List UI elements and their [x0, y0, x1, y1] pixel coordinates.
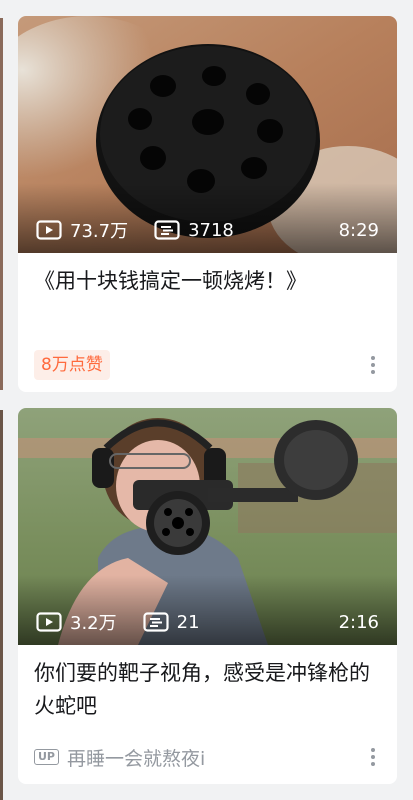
danmaku-count-text: 3718 — [188, 219, 234, 241]
video-duration: 8:29 — [338, 219, 379, 241]
video-card-2[interactable]: 3.2万 21 2:16 你们要的靶子视角，感受是冲锋枪的火蛇吧 UP 再睡一会… — [18, 408, 397, 784]
more-vertical-icon[interactable] — [363, 352, 383, 378]
likes-badge: 8万点赞 — [34, 350, 110, 380]
video-stats-bar: 73.7万 3718 8:29 — [36, 217, 379, 243]
view-count: 73.7万 — [36, 217, 128, 243]
video-stats-bar: 3.2万 21 2:16 — [36, 609, 379, 635]
video-duration: 2:16 — [338, 611, 379, 633]
card-footer: 8万点赞 — [34, 350, 383, 380]
play-icon — [36, 612, 62, 632]
left-column-edge-top — [0, 18, 3, 390]
video-title[interactable]: 《用十块钱搞定一顿烧烤！》 — [18, 253, 397, 331]
view-count-text: 3.2万 — [70, 613, 117, 634]
video-thumbnail[interactable]: 3.2万 21 2:16 — [18, 408, 397, 645]
view-count-text: 73.7万 — [70, 221, 129, 242]
video-card-1[interactable]: 73.7万 3718 8:29 《用十块钱搞定一顿烧烤！》 8万点赞 — [18, 16, 397, 392]
video-title[interactable]: 你们要的靶子视角，感受是冲锋枪的火蛇吧 — [18, 645, 397, 723]
card-footer: UP 再睡一会就熬夜i — [34, 742, 383, 772]
more-vertical-icon[interactable] — [363, 744, 383, 770]
danmaku-icon — [143, 612, 169, 632]
play-icon — [36, 220, 62, 240]
video-thumbnail[interactable]: 73.7万 3718 8:29 — [18, 16, 397, 253]
danmaku-count: 3718 — [154, 220, 234, 241]
danmaku-count: 21 — [143, 612, 200, 633]
danmaku-icon — [154, 220, 180, 240]
left-column-edge-bottom — [0, 410, 3, 800]
up-badge: UP — [34, 749, 59, 765]
author-name[interactable]: 再睡一会就熬夜i — [67, 744, 205, 771]
view-count: 3.2万 — [36, 609, 117, 635]
danmaku-count-text: 21 — [176, 611, 200, 633]
